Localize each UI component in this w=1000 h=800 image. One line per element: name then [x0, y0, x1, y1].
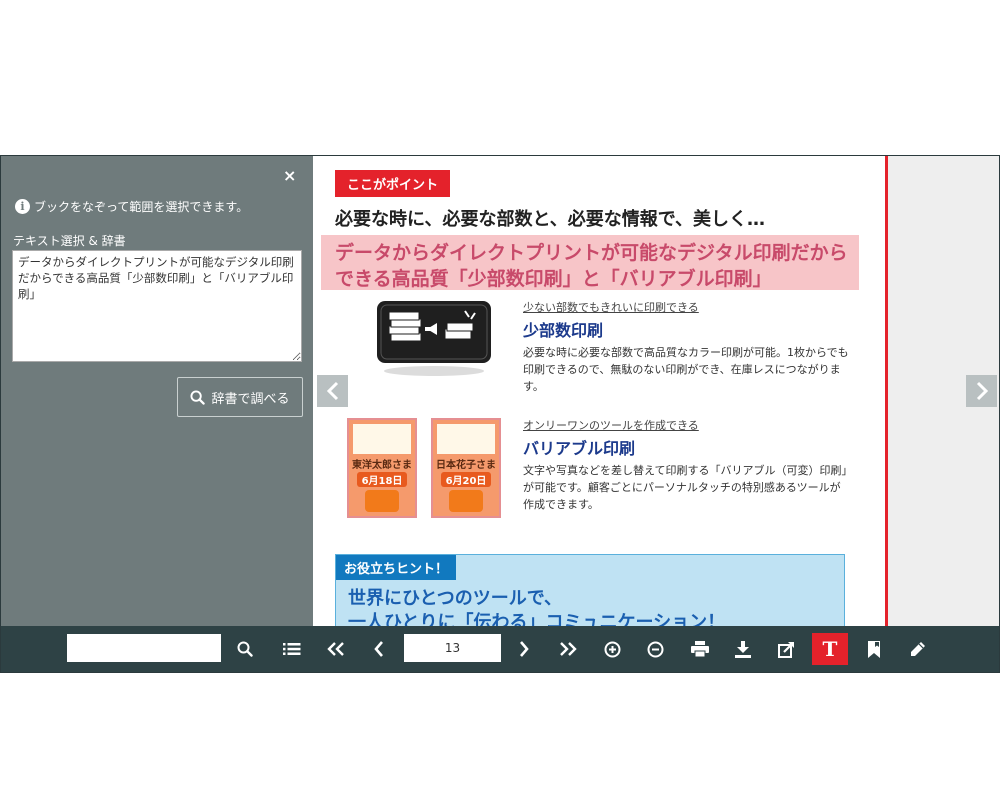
- dictionary-button-label: 辞書で調べる: [211, 391, 290, 407]
- print-button[interactable]: [689, 626, 711, 672]
- cake-illustration: [449, 490, 483, 512]
- next-page-arrow[interactable]: [966, 375, 997, 407]
- book-pages[interactable]: ここがポイント 必要な時に、必要な部数と、必要な情報で、美しく… データからダイ…: [313, 156, 999, 626]
- small-lot-print-icon: [377, 301, 491, 376]
- feature-description: 文字や写真などを差し替えて印刷する「バリアブル（可変）印刷」が可能です。顧客ごと…: [523, 464, 847, 511]
- search-button[interactable]: [233, 626, 257, 672]
- cake-illustration: [365, 490, 399, 512]
- text-select-tool-button[interactable]: T: [812, 633, 848, 665]
- info-icon: i: [15, 199, 30, 214]
- annotate-pen-button[interactable]: [907, 626, 929, 672]
- feature-title: 少部数印刷: [523, 321, 604, 340]
- point-tag: ここがポイント: [335, 170, 451, 197]
- left-page[interactable]: ここがポイント 必要な時に、必要な部数と、必要な情報で、美しく… データからダイ…: [313, 156, 885, 626]
- card-date: 6月20日: [441, 472, 491, 487]
- chevron-left-icon: [326, 381, 338, 401]
- chevron-left-icon: [374, 641, 383, 657]
- search-icon: [190, 389, 206, 405]
- table-of-contents-button[interactable]: [280, 626, 304, 672]
- zoom-in-button[interactable]: [601, 626, 623, 672]
- last-page-button[interactable]: [556, 626, 580, 672]
- birthday-card-sample: 東洋太郎さま 6月18日: [347, 418, 417, 518]
- printer-icon: [691, 641, 709, 657]
- card-date: 6月18日: [357, 472, 407, 487]
- highlight-line-2: できる高品質「少部数印刷」と「バリアブル印刷」: [335, 268, 772, 290]
- hint-label: お役立ちヒント！: [336, 555, 457, 580]
- double-chevron-right-icon: [560, 642, 577, 656]
- search-input[interactable]: [67, 634, 221, 662]
- info-message: i ブックをなぞって範囲を選択できます。: [15, 198, 248, 215]
- card-recipient: 東洋太郎さま: [352, 460, 412, 471]
- card-recipient: 日本花子さま: [436, 460, 496, 471]
- bookmark-button[interactable]: [863, 626, 885, 672]
- page-number-input[interactable]: [404, 634, 501, 662]
- card-message-area: [437, 424, 495, 454]
- search-icon: [237, 641, 253, 657]
- prev-page-button[interactable]: [369, 626, 389, 672]
- double-chevron-left-icon: [327, 642, 344, 656]
- download-icon: [735, 640, 751, 658]
- selected-highlight: データからダイレクトプリントが可能なデジタル印刷だから できる高品質「少部数印刷…: [321, 235, 859, 290]
- hint-headline: 世界にひとつのツールで、 一人ひとりに「伝わる」コミュニケーション！: [348, 587, 725, 626]
- text-select-panel: × i ブックをなぞって範囲を選択できます。 テキスト選択 & 辞書 データから…: [1, 156, 313, 626]
- zoom-out-button[interactable]: [644, 626, 666, 672]
- feature-small-lot: 少ない部数でもきれいに印刷できる 少部数印刷 必要な時に必要な部数で高品質なカラ…: [523, 299, 851, 395]
- first-page-button[interactable]: [324, 626, 348, 672]
- feature-subtitle: 少ない部数でもきれいに印刷できる: [523, 301, 699, 314]
- page-headline: 必要な時に、必要な部数と、必要な情報で、美しく…: [335, 209, 766, 230]
- download-button[interactable]: [732, 626, 754, 672]
- pencil-icon: [911, 642, 925, 656]
- section-label: テキスト選択 & 辞書: [13, 234, 126, 248]
- hint-line-2: 一人ひとりに「伝わる」コミュニケーション！: [348, 612, 726, 626]
- chevron-right-icon: [976, 381, 988, 401]
- dictionary-lookup-button[interactable]: 辞書で調べる: [177, 377, 303, 417]
- card-message-area: [353, 424, 411, 454]
- feature-description: 必要な時に必要な部数で高品質なカラー印刷が可能。1枚からでも印刷できるので、無駄…: [523, 346, 849, 393]
- feature-title: バリアブル印刷: [523, 439, 636, 458]
- share-icon: [777, 641, 794, 658]
- chevron-right-icon: [520, 641, 529, 657]
- list-icon: [283, 643, 301, 655]
- useful-hint-box: お役立ちヒント！ 世界にひとつのツールで、 一人ひとりに「伝わる」コミュニケーシ…: [335, 554, 845, 626]
- highlight-line-1: データからダイレクトプリントが可能なデジタル印刷だから: [335, 242, 848, 264]
- selected-text-area[interactable]: データからダイレクトプリントが可能なデジタル印刷だからできる高品質「少部数印刷」…: [12, 250, 302, 362]
- feature-variable: オンリーワンのツールを作成できる バリアブル印刷 文字や写真などを差し替えて印刷…: [523, 417, 851, 513]
- next-page-button[interactable]: [514, 626, 534, 672]
- prev-page-arrow[interactable]: [317, 375, 348, 407]
- info-text: ブックをなぞって範囲を選択できます。: [34, 200, 249, 214]
- zoom-in-icon: [604, 641, 620, 657]
- share-button[interactable]: [775, 626, 797, 672]
- zoom-out-icon: [647, 641, 663, 657]
- close-panel-button[interactable]: ×: [283, 166, 296, 185]
- birthday-card-sample: 日本花子さま 6月20日: [431, 418, 501, 518]
- bottom-toolbar: T: [1, 626, 999, 672]
- hint-line-1: 世界にひとつのツールで、: [348, 588, 563, 609]
- book-viewer: × i ブックをなぞって範囲を選択できます。 テキスト選択 & 辞書 データから…: [0, 155, 1000, 673]
- feature-subtitle: オンリーワンのツールを作成できる: [523, 419, 699, 432]
- bookmark-icon: [868, 640, 880, 658]
